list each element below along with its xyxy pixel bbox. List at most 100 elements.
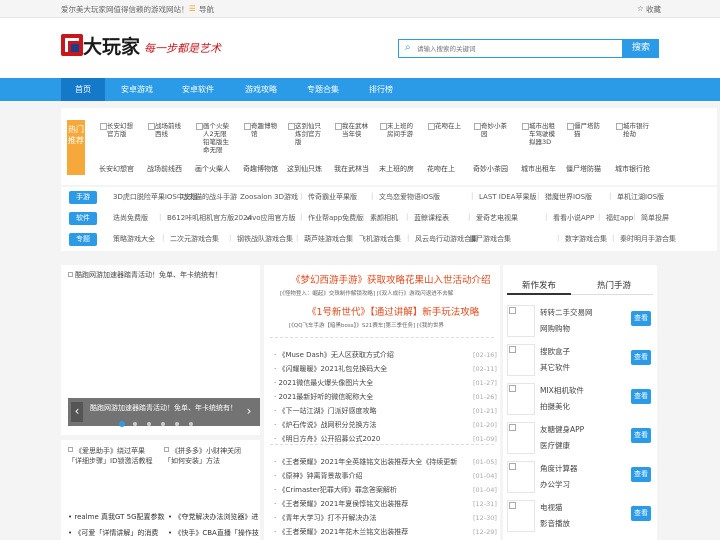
hot-item[interactable]: 奇趣博物馆 奇趣博物馆 — [243, 122, 279, 174]
hot-item-image[interactable]: 城市出租车驾驶模拟器3D — [521, 122, 557, 158]
app-name[interactable]: 友糖健身APP — [540, 423, 584, 436]
tag-link[interactable]: 数字游戏合集 — [565, 234, 607, 244]
news-item[interactable]: · 《王者荣耀》2021年花木兰铭文出装推荐 — [274, 527, 470, 537]
tag-link[interactable]: vivo应用官方版 — [246, 213, 296, 223]
promo-1-line1[interactable]: 《爱思助手》绕过苹果 — [75, 446, 145, 456]
featured-title-1[interactable]: 《梦幻西游手游》获取攻略花果山入世活动介绍 — [291, 272, 491, 286]
hot-item[interactable]: 末上班的房间手游末上班的房 — [379, 122, 415, 174]
featured-title-2[interactable]: 《1号新世代》【通过讲解】新手玩法攻略 — [307, 304, 479, 318]
carousel-dot[interactable] — [161, 422, 165, 426]
hot-item-image[interactable]: 我在武林当年侠 — [334, 122, 370, 158]
hot-item-label[interactable]: 末上班的房 — [379, 164, 415, 174]
hot-item-image[interactable]: 奇妙小茶园 — [473, 122, 509, 158]
nav-item-rankings[interactable]: 排行榜 — [361, 78, 401, 101]
news-item[interactable]: · 《炉石传说》战网积分兑换方法 — [274, 420, 470, 430]
carousel-dot[interactable] — [175, 422, 179, 426]
favorite-link[interactable]: 收藏 — [646, 4, 661, 15]
news-item[interactable]: · 《闪耀暖暖》2021礼包兑换码大全 — [274, 364, 470, 374]
hot-item-image[interactable]: 奇趣博物馆 — [243, 122, 279, 158]
tag-link[interactable]: 猎魔世界IOS版 — [545, 192, 592, 202]
left-news-item[interactable]: • 《快手》CBA直播「操作技 — [168, 528, 260, 538]
app-thumbnail[interactable] — [507, 500, 535, 532]
hot-item-image[interactable]: 这到仙只炼剑官方版 — [287, 122, 323, 158]
app-name[interactable]: 角度计算器 — [540, 462, 578, 475]
news-item[interactable]: · 2021最新好听的微信昵称大全 — [274, 392, 470, 402]
carousel-prev-button[interactable]: ‹ — [71, 402, 83, 422]
left-news-item[interactable]: • realme 真我GT 5G配置参数 — [68, 512, 165, 522]
view-button[interactable]: 查看 — [631, 506, 651, 521]
hot-item[interactable]: 这到仙只炼剑官方版这到仙只炼 — [287, 122, 323, 174]
carousel-dot[interactable] — [147, 422, 151, 426]
app-name[interactable]: MIX相机软件 — [540, 384, 584, 397]
tag-link[interactable]: 秦时明月手游合集 — [620, 234, 676, 244]
logo-text[interactable]: 大玩家 — [83, 32, 140, 59]
featured-sub-2[interactable]: [《QQ飞车手游【暗黑boss】》S21赛车]第三季任务] [《我的世界 — [289, 321, 499, 329]
tag-link[interactable]: Zoosalon 3D游戏 — [240, 192, 298, 202]
featured-sub-1[interactable]: [《怪物登入：崛起》交珠制作解锁攻略] [《双人成行》游戏闪退进不去解 — [280, 289, 500, 297]
app-thumbnail[interactable] — [507, 383, 535, 415]
hot-item-image[interactable]: 画个火柴人2无限铅笔版生命无限 — [195, 122, 231, 158]
hot-item-label[interactable]: 奇妙小茶园 — [473, 164, 509, 174]
nav-toggle-link[interactable]: 导航 — [199, 4, 214, 15]
hot-item[interactable]: 我在武林当年侠我在武林当 — [334, 122, 370, 174]
news-item[interactable]: · 《明日方舟》公开招募公式2020 — [274, 434, 470, 444]
hot-item-image[interactable]: 战场前线西线 — [147, 122, 183, 158]
tag-link[interactable]: 钢铁战队游戏合集 — [237, 234, 293, 244]
tag-link[interactable]: 爱奇艺电视果 — [476, 213, 518, 223]
view-button[interactable]: 查看 — [631, 467, 651, 482]
hot-item-label[interactable]: 城市出租车 — [521, 164, 557, 174]
search-input[interactable] — [417, 41, 617, 56]
app-name[interactable]: 电视猫 — [540, 501, 563, 514]
hot-item[interactable]: 僵尸塔防猫 僵尸塔防猫 — [566, 122, 602, 174]
hot-item[interactable]: 奇妙小茶园 奇妙小茶园 — [473, 122, 509, 174]
news-item[interactable]: · 《原神》钟离背景故事介绍 — [274, 471, 470, 481]
tag-link[interactable]: 葫芦娃游戏合集 — [304, 234, 353, 244]
tag-link[interactable]: 二次元游戏合集 — [170, 234, 219, 244]
hot-item-image[interactable]: 僵尸塔防猫 — [566, 122, 602, 158]
search-button[interactable]: 搜索 — [623, 39, 659, 58]
tag-link[interactable]: 看看小说APP — [553, 213, 594, 223]
tag-link[interactable]: 传奇霸业苹果版 — [308, 192, 357, 202]
hot-item-image[interactable]: 末上班的房间手游 — [379, 122, 415, 158]
hot-item[interactable]: 城市银行抢劫 城市银行抢 — [615, 122, 651, 174]
hot-item-image[interactable]: 长安幻想官方版 — [99, 122, 135, 158]
tag-link[interactable]: 蓝鲸课程表 — [414, 213, 449, 223]
carousel-dot-active[interactable] — [119, 421, 125, 427]
hot-item[interactable]: 长安幻想官方版长安幻想官 — [99, 122, 135, 174]
hot-item-label[interactable]: 长安幻想官 — [99, 164, 135, 174]
carousel-next-button[interactable]: › — [243, 402, 255, 422]
view-button[interactable]: 查看 — [631, 311, 651, 326]
hot-item[interactable]: 花吻在上 花吻在上 — [427, 122, 463, 174]
app-thumbnail[interactable] — [507, 422, 535, 454]
hot-item-label[interactable]: 花吻在上 — [427, 164, 463, 174]
news-item[interactable]: · 《Crimaster犯罪大师》罪念答案解析 — [274, 485, 470, 495]
left-news-item[interactable]: • 《可爱「详情讲解」的消费 — [68, 528, 164, 538]
tag-link[interactable]: 功夫猫的战斗手游 — [181, 192, 237, 202]
promo-1-line2[interactable]: 「详细步骤」ID锁激活教程 — [68, 456, 152, 466]
app-thumbnail[interactable] — [507, 344, 535, 376]
tag-link[interactable]: 策略游戏大全 — [113, 234, 155, 244]
nav-item-game-guides[interactable]: 游戏攻略 — [238, 78, 284, 101]
hot-item-label[interactable]: 这到仙只炼 — [287, 164, 323, 174]
news-item[interactable]: · 《王者荣耀》2021年全英雄铭文出装推荐大全《持续更新 — [274, 457, 470, 467]
tag-link[interactable]: 文鸟恋爱物语IOS版 — [379, 192, 440, 202]
hot-item-label[interactable]: 僵尸塔防猫 — [566, 164, 602, 174]
tag-link[interactable]: 迭尚免费版 — [113, 213, 148, 223]
hot-item[interactable]: 画个火柴人2无限铅笔版生命无限 画个火柴人 — [195, 122, 231, 174]
view-button[interactable]: 查看 — [631, 350, 651, 365]
app-name[interactable]: 搜欧盒子 — [540, 345, 570, 358]
logo-mark[interactable] — [61, 34, 83, 56]
hot-item-label[interactable]: 战场前线西 — [147, 164, 183, 174]
menu-icon[interactable]: ☰ — [189, 4, 196, 13]
tab-new-releases[interactable]: 新作发布 — [507, 279, 571, 291]
hot-item-image[interactable]: 城市银行抢劫 — [615, 122, 651, 158]
view-button[interactable]: 查看 — [631, 389, 651, 404]
hot-item[interactable]: 战场前线西线战场前线西 — [147, 122, 183, 174]
view-button[interactable]: 查看 — [631, 428, 651, 443]
carousel-dot[interactable] — [189, 422, 193, 426]
nav-item-home[interactable]: 首页 — [61, 78, 105, 101]
hot-item-image[interactable]: 花吻在上 — [427, 122, 463, 158]
tag-link[interactable]: 飞机游戏合集 — [359, 234, 401, 244]
news-item[interactable]: · 《王者荣耀》2021年夏侯惇铭文出装推荐 — [274, 499, 470, 509]
hot-item-label[interactable]: 我在武林当 — [334, 164, 370, 174]
